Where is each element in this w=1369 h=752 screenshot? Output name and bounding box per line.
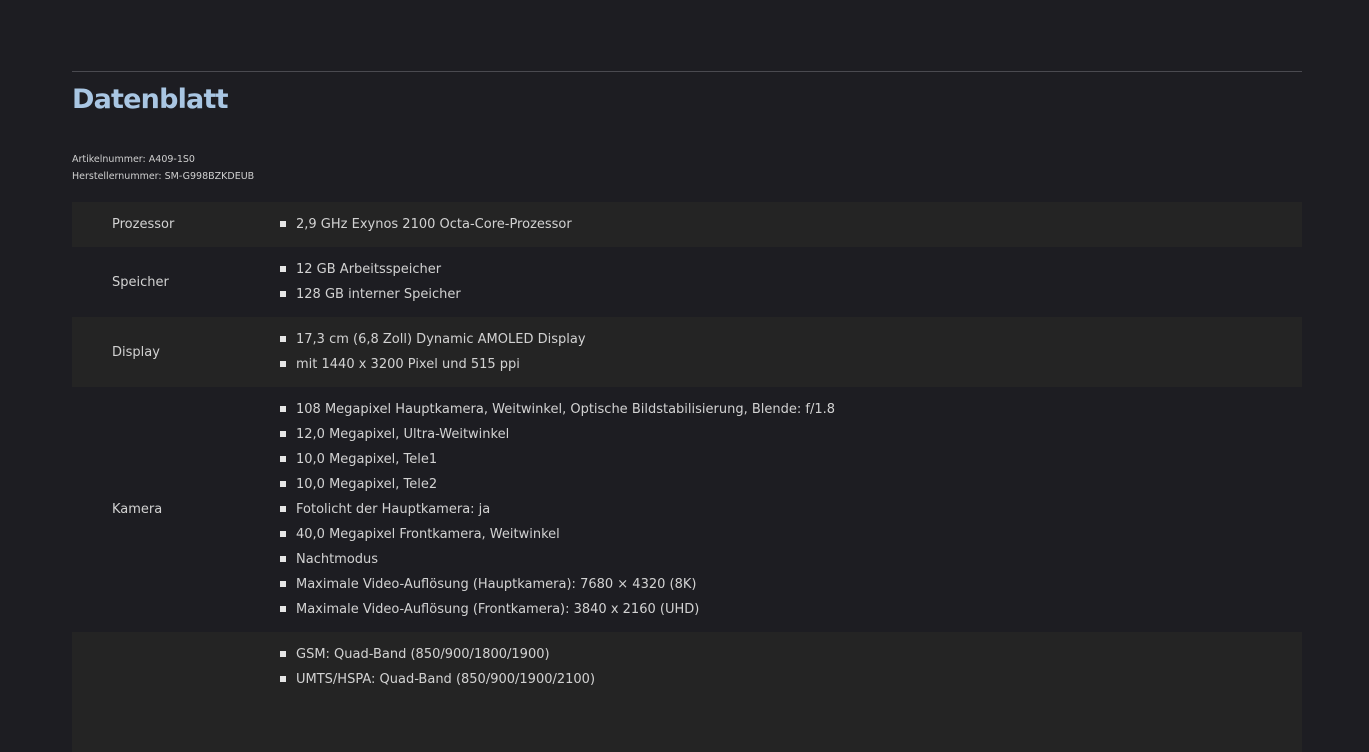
spec-value-item: GSM: Quad-Band (850/900/1800/1900): [280, 642, 595, 667]
square-bullet-icon: [280, 581, 286, 587]
square-bullet-icon: [280, 361, 286, 367]
spec-label: Speicher: [112, 274, 169, 290]
square-bullet-icon: [280, 531, 286, 537]
spec-value-item: 12,0 Megapixel, Ultra-Weitwinkel: [280, 422, 835, 447]
square-bullet-icon: [280, 336, 286, 342]
spec-value-item: 2,9 GHz Exynos 2100 Octa-Core-Prozessor: [280, 212, 572, 237]
spec-values: 17,3 cm (6,8 Zoll) Dynamic AMOLED Displa…: [280, 327, 586, 377]
spec-value-item: 17,3 cm (6,8 Zoll) Dynamic AMOLED Displa…: [280, 327, 586, 352]
spec-value-item: 108 Megapixel Hauptkamera, Weitwinkel, O…: [280, 397, 835, 422]
square-bullet-icon: [280, 431, 286, 437]
square-bullet-icon: [280, 506, 286, 512]
spec-row-camera: Kamera 108 Megapixel Hauptkamera, Weitwi…: [72, 387, 1302, 632]
spec-row-processor: Prozessor 2,9 GHz Exynos 2100 Octa-Core-…: [72, 202, 1302, 247]
spec-label: Display: [112, 344, 160, 360]
square-bullet-icon: [280, 606, 286, 612]
spec-label: Kamera: [112, 502, 163, 517]
spec-values: 2,9 GHz Exynos 2100 Octa-Core-Prozessor: [280, 212, 572, 237]
square-bullet-icon: [280, 406, 286, 412]
square-bullet-icon: [280, 291, 286, 297]
article-number: Artikelnummer: A409-1S0: [72, 154, 195, 165]
spec-values: GSM: Quad-Band (850/900/1800/1900) UMTS/…: [280, 632, 595, 692]
square-bullet-icon: [280, 481, 286, 487]
square-bullet-icon: [280, 651, 286, 657]
square-bullet-icon: [280, 266, 286, 272]
spec-value-item: Maximale Video-Auflösung (Hauptkamera): …: [280, 572, 835, 597]
square-bullet-icon: [280, 456, 286, 462]
square-bullet-icon: [280, 676, 286, 682]
spec-row-network: GSM: Quad-Band (850/900/1800/1900) UMTS/…: [72, 632, 1302, 752]
section-divider: [72, 71, 1302, 72]
page-title: Datenblatt: [72, 84, 229, 115]
manufacturer-number: Herstellernummer: SM-G998BZKDEUB: [72, 171, 255, 182]
spec-value-item: 10,0 Megapixel, Tele1: [280, 447, 835, 472]
spec-row-memory: Speicher 12 GB Arbeitsspeicher 128 GB in…: [72, 247, 1302, 317]
spec-value-item: Nachtmodus: [280, 547, 835, 572]
spec-label: Prozessor: [112, 217, 175, 232]
spec-value-item: 12 GB Arbeitsspeicher: [280, 257, 461, 282]
spec-values: 108 Megapixel Hauptkamera, Weitwinkel, O…: [280, 397, 835, 622]
spec-value-item: mit 1440 x 3200 Pixel und 515 ppi: [280, 352, 586, 377]
product-meta: Artikelnummer: A409-1S0 Herstellernummer…: [72, 151, 254, 185]
spec-value-item: 128 GB interner Speicher: [280, 282, 461, 307]
spec-value-item: Fotolicht der Hauptkamera: ja: [280, 497, 835, 522]
spec-table: Prozessor 2,9 GHz Exynos 2100 Octa-Core-…: [72, 202, 1302, 752]
spec-value-item: 40,0 Megapixel Frontkamera, Weitwinkel: [280, 522, 835, 547]
spec-value-item: Maximale Video-Auflösung (Frontkamera): …: [280, 597, 835, 622]
square-bullet-icon: [280, 556, 286, 562]
square-bullet-icon: [280, 221, 286, 227]
spec-values: 12 GB Arbeitsspeicher 128 GB interner Sp…: [280, 257, 461, 307]
spec-row-display: Display 17,3 cm (6,8 Zoll) Dynamic AMOLE…: [72, 317, 1302, 387]
spec-value-item: 10,0 Megapixel, Tele2: [280, 472, 835, 497]
